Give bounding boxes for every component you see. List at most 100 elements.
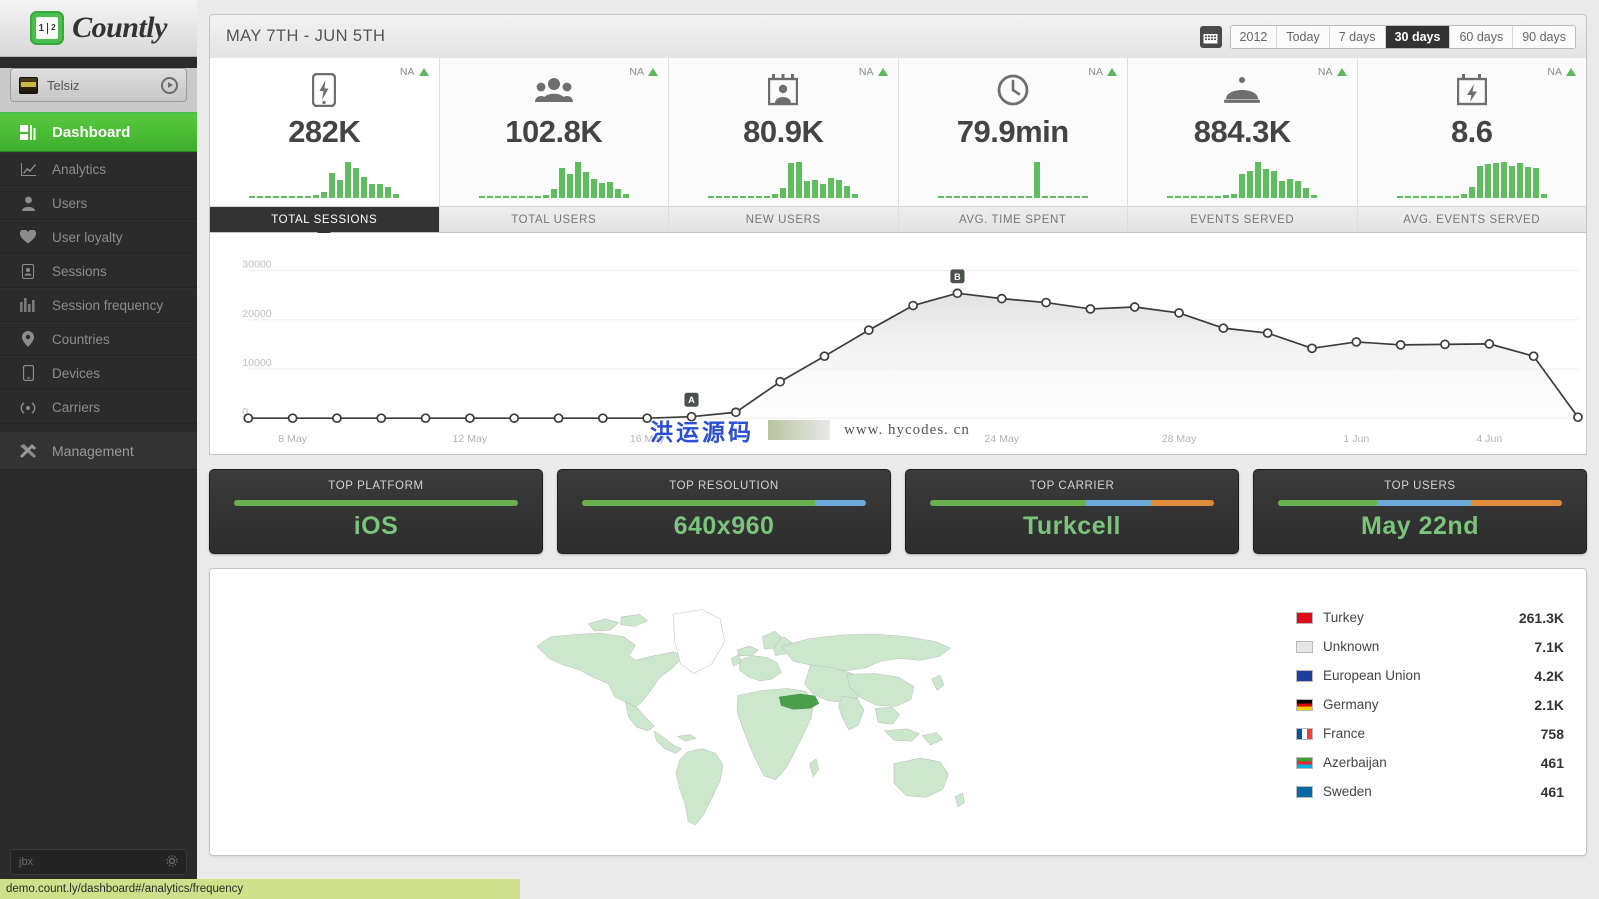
chart-svg: 01000020000300008 May 12 May 16 May 24 May 2… <box>242 259 1583 445</box>
unknown-flag <box>1296 640 1313 653</box>
phone-bolt-icon <box>312 72 337 108</box>
turkey-flag <box>1296 611 1313 624</box>
germany-flag <box>1296 698 1313 711</box>
date-range-segmented-control[interactable]: 2012 Today 7 days 30 days 60 days 90 day… <box>1229 24 1576 49</box>
top-box-bar-segment <box>814 500 866 506</box>
kpi-label[interactable]: EVENTS SERVED <box>1128 206 1357 232</box>
svg-text:20000: 20000 <box>242 308 272 320</box>
sidebar-footer[interactable]: jbx <box>10 849 187 875</box>
svg-text:12 May: 12 May <box>453 433 488 445</box>
range-option-7days[interactable]: 7 days <box>1329 25 1386 48</box>
top-box-top-users[interactable]: TOP USERS May 22nd <box>1253 469 1587 554</box>
sidebar-item-devices[interactable]: Devices <box>0 356 197 390</box>
country-row[interactable]: Germany 2.1K <box>1296 690 1564 719</box>
country-row[interactable]: France 758 <box>1296 719 1564 748</box>
country-value: 261.3K <box>1518 609 1564 626</box>
date-range-controls: 2012 Today 7 days 30 days 60 days 90 day… <box>1199 24 1576 49</box>
sidebar-item-countries[interactable]: Countries <box>0 322 197 356</box>
kpi-delta: NA <box>1547 66 1576 78</box>
country-row[interactable]: Sweden 461 <box>1296 777 1564 806</box>
signal-icon <box>18 400 38 414</box>
app-switcher[interactable]: Telsiz <box>0 68 197 114</box>
svg-text:4 Jun: 4 Jun <box>1476 433 1502 445</box>
sidebar-item-management[interactable]: Management <box>0 432 197 470</box>
svg-text:16 May: 16 May <box>630 433 665 445</box>
gear-icon[interactable] <box>166 854 178 870</box>
top-box-bar <box>1278 500 1562 506</box>
dome-icon <box>1224 72 1261 108</box>
country-value: 758 <box>1540 725 1564 742</box>
sidebar-item-user-loyalty[interactable]: User loyalty <box>0 220 197 254</box>
sidebar-item-label: Analytics <box>52 161 107 177</box>
kpi-tile-events-served[interactable]: NA 884.3K EVENTS SERVED <box>1128 58 1358 232</box>
sidebar-item-label: Session frequency <box>52 297 164 313</box>
top-box-bar-segment <box>582 500 815 506</box>
kpi-label[interactable]: NEW USERS <box>669 206 898 232</box>
date-range-title: MAY 7TH - JUN 5TH <box>226 27 386 45</box>
sidebar-item-carriers[interactable]: Carriers <box>0 390 197 424</box>
kpi-sparkline <box>937 160 1088 198</box>
kpi-label[interactable]: AVG. EVENTS SERVED <box>1357 206 1586 232</box>
main-content: MAY 7TH - JUN 5TH 2012 Today 7 days 30 d… <box>197 0 1599 899</box>
kpi-tile-new-users[interactable]: NA 80.9K NEW USERS <box>669 58 899 232</box>
top-box-bar-segment <box>234 500 518 506</box>
range-option-90days[interactable]: 90 days <box>1513 25 1575 48</box>
country-row[interactable]: Unknown 7.1K <box>1296 632 1564 661</box>
kpi-delta: NA <box>1318 66 1347 78</box>
kpi-tile-avg-time-spent[interactable]: NA 79.9min AVG. TIME SPENT <box>898 58 1128 232</box>
device-icon <box>18 365 38 381</box>
top-box-title: TOP PLATFORM <box>328 480 424 492</box>
brand-name: Countly <box>72 11 167 44</box>
france-flag <box>1296 727 1313 740</box>
sidebar-item-label: Dashboard <box>52 124 131 141</box>
country-name: Germany <box>1323 697 1379 712</box>
kpi-value: 282K <box>288 114 361 149</box>
logo-numerator: 1 <box>39 22 49 34</box>
top-box-top-carrier[interactable]: TOP CARRIER Turkcell <box>905 469 1239 554</box>
sidebar-item-users[interactable]: Users <box>0 186 197 220</box>
dashboard-icon <box>18 125 38 140</box>
sweden-flag <box>1296 785 1313 798</box>
kpi-label[interactable]: AVG. TIME SPENT <box>898 206 1127 232</box>
status-bar-url: demo.count.ly/dashboard#/analytics/frequ… <box>6 883 244 895</box>
kpi-delta: NA <box>629 66 658 78</box>
country-row[interactable]: European Union 4.2K <box>1296 661 1564 690</box>
sidebar-item-analytics[interactable]: Analytics <box>0 152 197 186</box>
sessions-line-chart[interactable]: 0 10000 20000 30000 8 May 12 May 16 May 24 May 2… <box>209 233 1587 455</box>
country-name: Turkey <box>1323 610 1364 625</box>
kpi-label[interactable]: TOTAL USERS <box>439 206 668 232</box>
top-box-title: TOP RESOLUTION <box>669 480 779 492</box>
top-box-top-resolution[interactable]: TOP RESOLUTION 640x960 <box>557 469 891 554</box>
kpi-label[interactable]: TOTAL SESSIONS <box>210 206 439 239</box>
top-box-value: 640x960 <box>673 512 775 540</box>
app-switcher-expand-icon[interactable] <box>161 76 178 94</box>
country-list: Turkey 261.3K Unknown 7.1K European Union 4.2… <box>1296 569 1586 855</box>
sidebar-item-session-frequency[interactable]: Session frequency <box>0 288 197 322</box>
kpi-delta: NA <box>1088 66 1117 78</box>
sidebar-item-label: Users <box>52 195 88 211</box>
country-row[interactable]: Azerbaijan 461 <box>1296 748 1564 777</box>
range-option-2012[interactable]: 2012 <box>1230 25 1278 48</box>
top-metrics-row: TOP PLATFORM iOS TOP RESOLUTION 640x960 TOP … <box>209 469 1587 554</box>
kpi-sparkline <box>249 160 400 198</box>
top-box-bar <box>930 500 1214 506</box>
sidebar-item-dashboard[interactable]: Dashboard <box>0 114 197 152</box>
country-row[interactable]: Turkey 261.3K <box>1296 603 1564 632</box>
user-icon <box>18 196 38 211</box>
clock-icon <box>997 72 1029 108</box>
kpi-delta: NA <box>859 66 888 78</box>
map-pin-icon <box>18 331 38 347</box>
range-option-today[interactable]: Today <box>1277 25 1330 48</box>
brand-logo[interactable]: 1 2 Countly <box>0 0 197 57</box>
sidebar-item-sessions[interactable]: Sessions <box>0 254 197 288</box>
country-name: Sweden <box>1323 784 1372 799</box>
kpi-tile-total-users[interactable]: NA 102.8K TOTAL USERS <box>439 58 669 232</box>
kpi-tile-total-sessions[interactable]: NA 282K TOTAL SESSIONS <box>210 58 440 239</box>
kpi-delta-label: NA <box>1317 66 1333 78</box>
calendar-icon[interactable] <box>1199 25 1222 48</box>
range-option-60days[interactable]: 60 days <box>1450 25 1514 48</box>
top-box-top-platform[interactable]: TOP PLATFORM iOS <box>209 469 543 554</box>
range-option-30days[interactable]: 30 days <box>1385 25 1451 48</box>
kpi-tile-avg-events-served[interactable]: NA 8.6 AVG. EVENTS SERVED <box>1357 58 1586 232</box>
world-map[interactable] <box>210 569 1296 855</box>
